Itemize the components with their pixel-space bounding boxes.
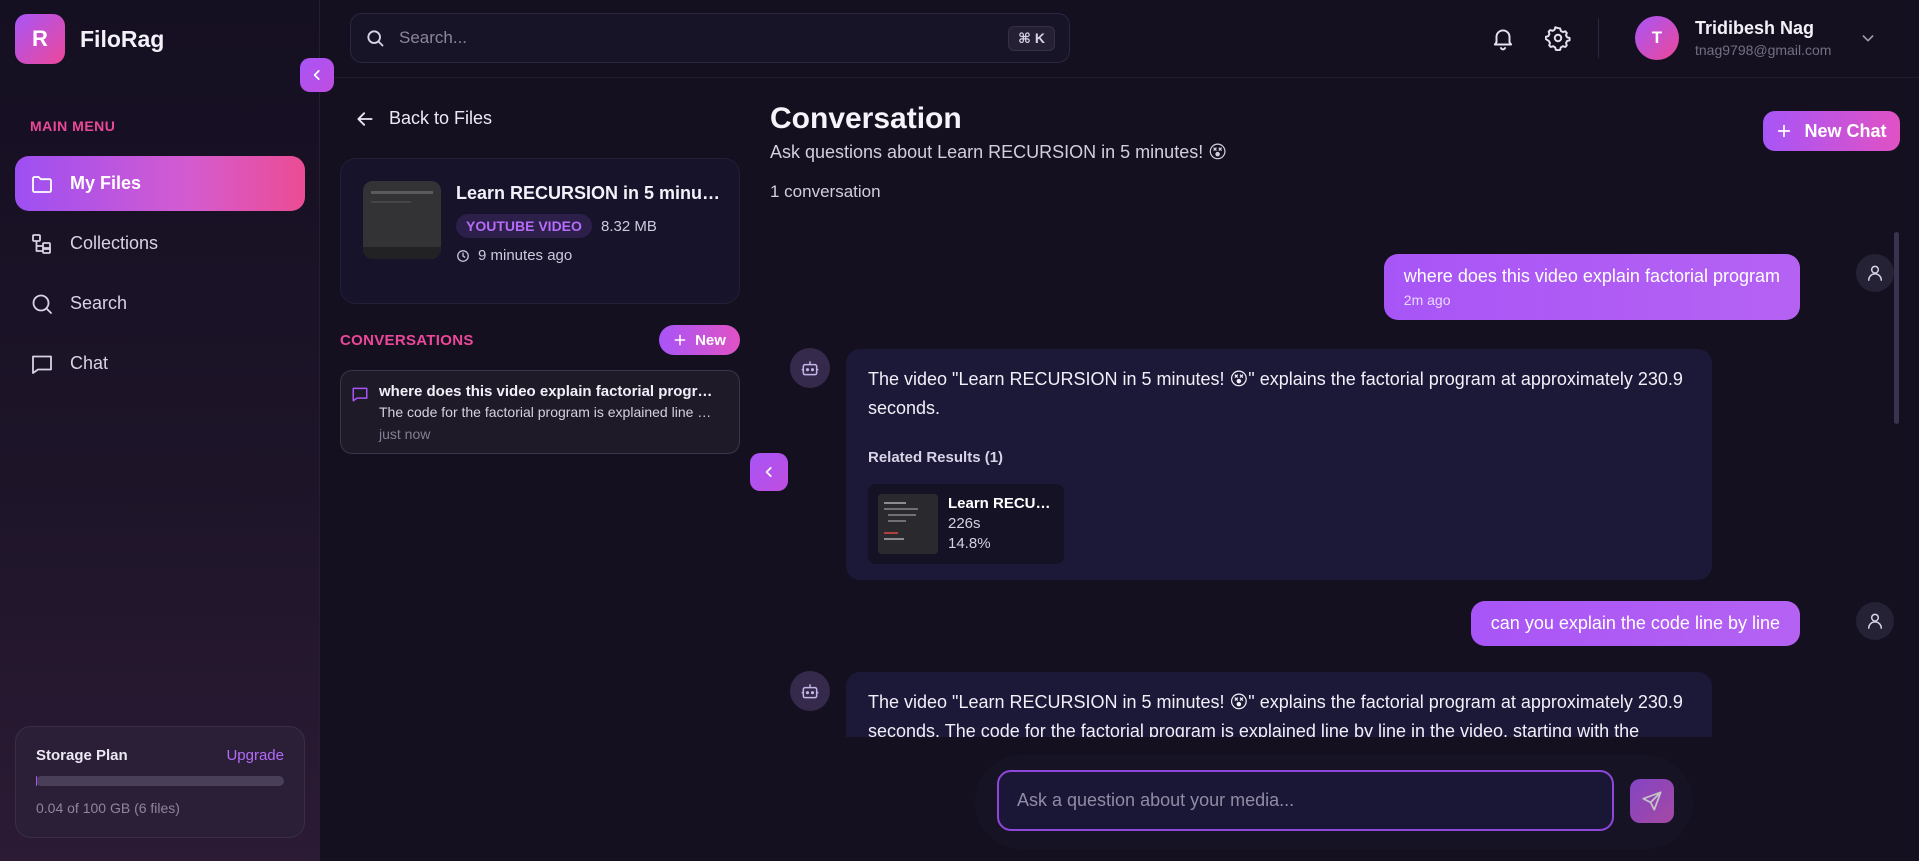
file-upload-time-text: 9 minutes ago [478, 247, 573, 264]
user-email: tnag9798@gmail.com [1695, 42, 1832, 58]
top-header: ⌘ K T Tridibesh Nag tnag9798@gmail.com [320, 0, 1919, 78]
global-search[interactable]: ⌘ K [350, 13, 1070, 63]
chevron-down-icon[interactable] [1860, 30, 1876, 46]
conversation-count: 1 conversation [770, 182, 881, 201]
app-logo[interactable]: R [15, 14, 65, 64]
main-menu-label: MAIN MENU [30, 118, 116, 134]
back-to-files-label: Back to Files [389, 108, 493, 128]
result-time: 226s [948, 515, 981, 532]
storage-progress-bar [36, 776, 284, 786]
send-icon [1641, 790, 1663, 812]
sidebar-item-label: Search [70, 293, 128, 313]
new-chat-label: New Chat [1804, 120, 1887, 141]
sidebar-collapse-button[interactable] [300, 58, 334, 92]
file-title: Learn RECURSION in 5 minutes! 😵 [456, 183, 726, 203]
sidebar-item-my-files[interactable]: My Files [15, 156, 305, 211]
user-message: can you explain the code line by line [1470, 601, 1800, 646]
user-message: where does this video explain factorial … [1383, 254, 1800, 320]
chevron-left-icon [762, 465, 776, 479]
back-to-files-link[interactable]: Back to Files [355, 108, 492, 129]
conversation-snippet: The code for the factorial program is ex… [379, 404, 719, 420]
assistant-message: The video "Learn RECURSION in 5 minutes!… [846, 349, 1712, 580]
storage-plan-card: Storage Plan Upgrade 0.04 of 100 GB (6 f… [15, 726, 305, 838]
conversation-time: just now [379, 426, 431, 442]
user-avatar[interactable]: T [1635, 16, 1679, 60]
settings-gear-icon[interactable] [1545, 25, 1571, 51]
related-results-title: Related Results (1) [868, 449, 1004, 466]
sidebar-item-label: Chat [70, 353, 109, 373]
user-message-text: where does this video explain factorial … [1403, 266, 1780, 286]
sidebar-item-chat[interactable]: Chat [15, 336, 305, 391]
sidebar-item-label: My Files [70, 173, 142, 193]
new-conversation-label: New [695, 331, 726, 349]
chat-bubble-icon [351, 385, 369, 403]
chat-icon [30, 352, 54, 376]
user-message-text: can you explain the code line by line [1490, 613, 1780, 633]
collections-icon [30, 232, 54, 256]
message-time: 2m ago [1403, 292, 1451, 308]
conversation-list-item[interactable]: where does this video explain factorial … [340, 370, 740, 454]
clock-icon [456, 249, 470, 263]
assistant-message-text: The video "Learn RECURSION in 5 minutes!… [868, 692, 1683, 737]
conversation-subtitle: Ask questions about Learn RECURSION in 5… [770, 142, 1227, 162]
file-upload-time: 9 minutes ago [456, 247, 572, 264]
sidebar: R FiloRag MAIN MENU My Files Collections… [0, 0, 320, 861]
folder-icon [30, 172, 54, 196]
file-details-card: Learn RECURSION in 5 minutes! 😵 YOUTUBE … [340, 158, 740, 304]
result-title: Learn RECURSION in 5 minutes! 😵 [948, 495, 1056, 512]
header-divider [1598, 18, 1599, 58]
conversation-title: where does this video explain factorial … [379, 383, 719, 400]
user-avatar-icon [1856, 254, 1894, 292]
video-thumbnail [363, 181, 441, 259]
notifications-bell-icon[interactable] [1490, 25, 1516, 51]
storage-usage-text: 0.04 of 100 GB (6 files) [36, 800, 180, 816]
plus-icon [1776, 123, 1792, 139]
user-initial: T [1651, 28, 1663, 47]
search-input[interactable] [399, 28, 1008, 48]
search-icon [30, 292, 54, 316]
file-type-badge: YOUTUBE VIDEO [456, 214, 592, 238]
page-title: Conversation [770, 102, 962, 135]
assistant-bot-icon [790, 348, 830, 388]
related-result-card[interactable]: Learn RECURSION in 5 minutes! 😵 226s 14.… [868, 484, 1064, 564]
message-composer [975, 755, 1693, 849]
sidebar-item-search[interactable]: Search [15, 276, 305, 331]
question-input[interactable] [997, 770, 1614, 831]
sidebar-item-label: Collections [70, 233, 159, 253]
user-avatar-icon [1856, 602, 1894, 640]
assistant-bot-icon [790, 671, 830, 711]
conversations-label: CONVERSATIONS [340, 332, 474, 349]
upgrade-link[interactable]: Upgrade [226, 747, 284, 764]
logo-letter: R [32, 26, 48, 51]
chevron-left-icon [310, 68, 324, 82]
arrow-left-icon [355, 109, 375, 129]
chat-scrollbar[interactable] [1894, 232, 1899, 424]
send-button[interactable] [1630, 779, 1674, 823]
search-shortcut-badge: ⌘ K [1008, 25, 1055, 51]
assistant-message: The video "Learn RECURSION in 5 minutes!… [846, 672, 1712, 737]
search-icon [365, 28, 385, 48]
result-thumbnail [878, 494, 938, 554]
plus-icon [673, 333, 687, 347]
new-chat-button[interactable]: New Chat [1763, 111, 1900, 151]
app-name: FiloRag [80, 26, 165, 52]
new-conversation-button[interactable]: New [659, 325, 740, 355]
chat-messages[interactable]: where does this video explain factorial … [770, 232, 1900, 737]
file-panel-toggle-button[interactable] [750, 453, 788, 491]
assistant-message-text: The video "Learn RECURSION in 5 minutes!… [868, 369, 1683, 418]
file-size: 8.32 MB [601, 218, 657, 235]
result-score: 14.8% [948, 535, 991, 552]
user-name[interactable]: Tridibesh Nag [1695, 18, 1814, 39]
sidebar-item-collections[interactable]: Collections [15, 216, 305, 271]
